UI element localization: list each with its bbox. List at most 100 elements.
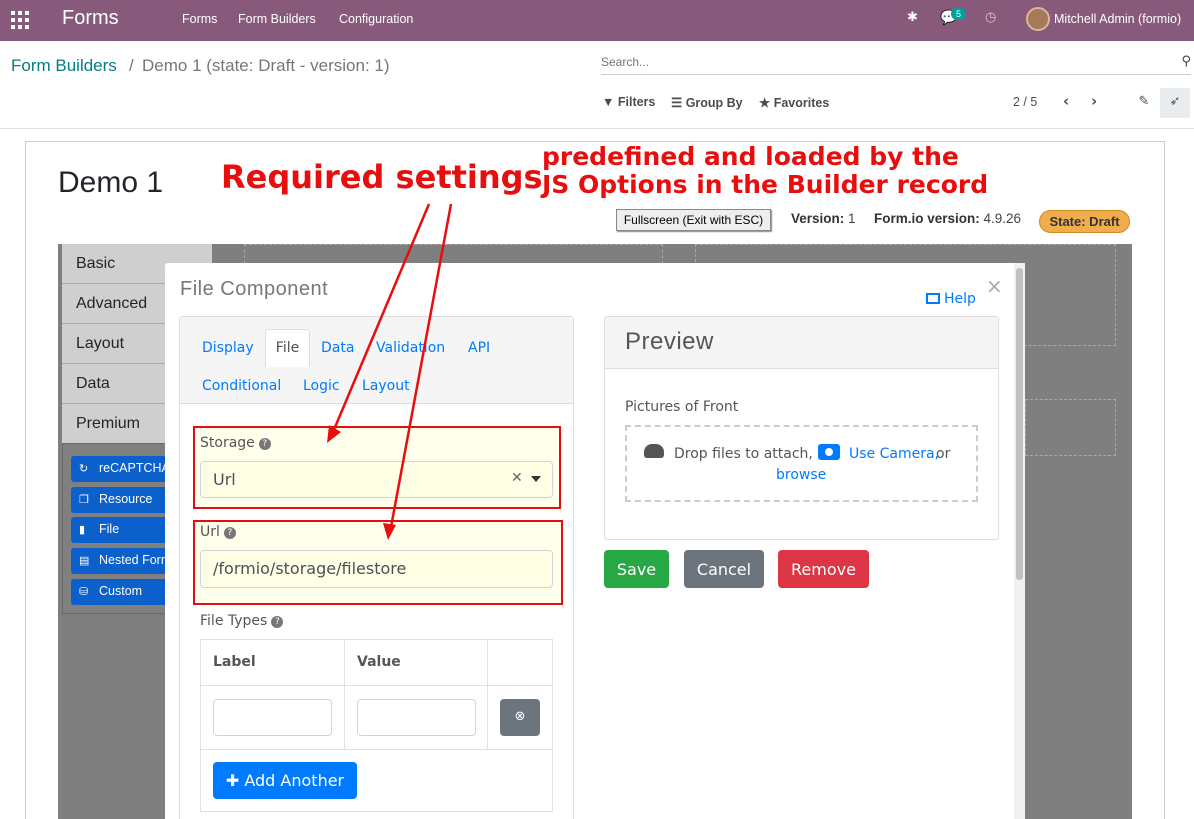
storage-label-text: Storage	[200, 435, 255, 451]
control-panel-divider	[0, 128, 1194, 129]
component-label: reCAPTCHA	[99, 461, 170, 475]
pager-value[interactable]: 2 / 5	[1013, 95, 1037, 109]
cancel-button[interactable]: Cancel	[684, 550, 764, 588]
use-camera-link[interactable]: Use Camera,	[849, 446, 939, 462]
plus-icon: ✚	[225, 771, 245, 790]
builder-dropzone	[1025, 399, 1116, 456]
pager-next-icon[interactable]: ›	[1091, 92, 1097, 110]
tab-file[interactable]: File	[265, 329, 310, 367]
url-label-text: Url	[200, 524, 220, 540]
remove-row-button[interactable]: ⊗	[500, 699, 540, 736]
favorites-label: Favorites	[773, 96, 830, 110]
save-button[interactable]: Save	[604, 550, 669, 588]
tab-api[interactable]: API	[468, 340, 490, 356]
group-by-label: Group By	[685, 96, 743, 110]
annotation-required-settings: Required settings	[221, 158, 543, 196]
help-link[interactable]: Help	[926, 291, 976, 307]
menu-item-forms[interactable]: Forms	[182, 12, 217, 26]
tab-display[interactable]: Display	[202, 340, 254, 356]
external-link-icon	[926, 293, 940, 304]
menu-item-form-builders[interactable]: Form Builders	[238, 12, 316, 26]
version-label: Version:	[791, 211, 845, 226]
tab-data[interactable]: Data	[321, 340, 354, 356]
file-type-label-input[interactable]	[213, 699, 332, 736]
star-icon: ★	[759, 96, 774, 110]
component-label: Resource	[99, 492, 153, 506]
form-view-edit-icon[interactable]: ✎	[1129, 88, 1159, 118]
times-circle-icon: ⊗	[514, 709, 526, 724]
close-icon[interactable]: ×	[986, 274, 1003, 298]
remove-button[interactable]: Remove	[778, 550, 869, 588]
tab-validation[interactable]: Validation	[376, 340, 445, 356]
table-divider	[344, 640, 345, 749]
cloud-upload-icon	[644, 444, 664, 458]
avatar[interactable]	[1026, 7, 1050, 31]
debug-bug-icon[interactable]: ✱	[907, 10, 918, 25]
annotation-predefined-line2: JS Options in the Builder record	[542, 170, 989, 199]
search-input[interactable]	[601, 51, 1161, 73]
fullscreen-button[interactable]: Fullscreen (Exit with ESC)	[616, 209, 771, 231]
builder-view-rocket-icon[interactable]: ➶	[1160, 88, 1190, 118]
version-value: 1	[848, 211, 856, 226]
messages-count-badge: 5	[951, 8, 967, 20]
chevron-down-icon[interactable]	[531, 476, 541, 482]
drop-files-text: Drop files to attach,	[674, 446, 813, 462]
refresh-icon: ↻	[79, 463, 89, 475]
copy-icon: ❐	[79, 494, 89, 506]
filters-label: Filters	[617, 95, 656, 109]
breadcrumb-form-builders[interactable]: Form Builders	[11, 56, 117, 76]
add-another-button[interactable]: ✚ Add Another	[213, 762, 357, 799]
user-menu-name[interactable]: Mitchell Admin (formio)	[1054, 12, 1181, 26]
breadcrumb-current: Demo 1 (state: Draft - version: 1)	[142, 56, 390, 75]
favorites-button[interactable]: ★ Favorites	[759, 95, 829, 110]
question-circle-icon: ?	[223, 527, 236, 539]
question-circle-icon: ?	[258, 438, 271, 450]
tab-logic[interactable]: Logic	[303, 378, 340, 394]
search-icon[interactable]: ⚲	[1181, 54, 1191, 69]
filters-button[interactable]: ▼ Filters	[602, 95, 655, 109]
search-bar: ⚲	[601, 51, 1191, 75]
status-badge: State: Draft	[1039, 210, 1130, 233]
cubes-icon: ⛁	[79, 586, 89, 598]
storage-select[interactable]: Url	[200, 461, 553, 498]
url-field[interactable]: /formio/storage/filestore	[200, 550, 553, 588]
storage-label: Storage?	[200, 435, 271, 451]
file-dropzone[interactable]	[625, 425, 978, 502]
filter-icon: ▼	[602, 95, 618, 109]
app-brand[interactable]: Forms	[62, 7, 119, 30]
preview-field-label: Pictures of Front	[625, 399, 739, 415]
annotation-predefined-line1: predefined and loaded by the	[542, 142, 959, 171]
or-text: or	[936, 446, 951, 462]
file-icon: ▮	[79, 524, 86, 536]
list-alt-icon: ▤	[79, 555, 90, 567]
formio-version-value: 4.9.26	[983, 211, 1022, 226]
column-header-value: Value	[357, 654, 401, 670]
top-navbar: Forms Forms Form Builders Configuration …	[0, 0, 1194, 41]
file-types-label: File Types?	[200, 613, 284, 629]
preview-title: Preview	[625, 328, 714, 355]
group-by-button[interactable]: ☰ Group By	[671, 95, 743, 110]
camera-icon[interactable]	[818, 444, 840, 460]
tab-layout[interactable]: Layout	[362, 378, 410, 394]
formio-version-info: Form.io version: 4.9.26	[874, 211, 1021, 226]
apps-menu-icon[interactable]	[11, 11, 29, 29]
annotation-predefined: predefined and loaded by the JS Options …	[542, 143, 988, 199]
modal-scroll-thumb[interactable]	[1016, 268, 1023, 580]
url-label: Url?	[200, 524, 236, 540]
component-label: File	[99, 522, 120, 536]
record-title: Demo 1	[58, 166, 164, 199]
modal-title: File Component	[180, 278, 329, 300]
clear-icon[interactable]: ✕	[511, 470, 523, 486]
builder-dropzone	[244, 244, 663, 264]
group-by-icon: ☰	[671, 96, 686, 110]
menu-item-configuration[interactable]: Configuration	[339, 12, 413, 26]
browse-link[interactable]: browse	[776, 467, 826, 483]
component-label: Nested Form	[99, 553, 172, 567]
activity-clock-icon[interactable]: ◷	[985, 10, 996, 25]
component-label: Custom	[99, 584, 143, 598]
file-type-value-input[interactable]	[357, 699, 476, 736]
add-another-label: Add Another	[244, 771, 345, 790]
table-divider	[201, 685, 552, 686]
pager-previous-icon[interactable]: ‹	[1063, 92, 1069, 110]
tab-conditional[interactable]: Conditional	[202, 378, 281, 394]
